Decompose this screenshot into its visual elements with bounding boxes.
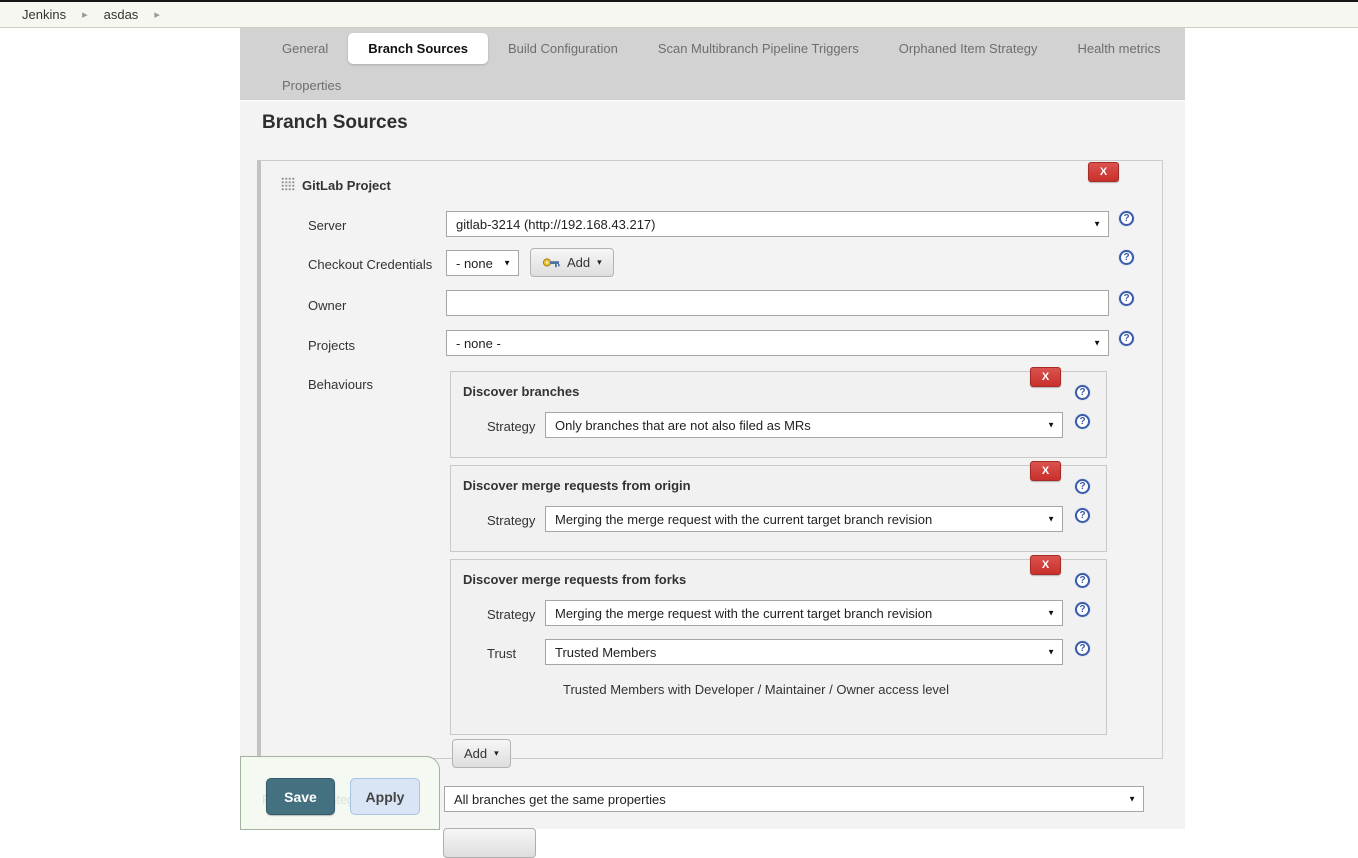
checkout-credentials-select[interactable]: - none - ▼	[446, 250, 519, 276]
trust-label: Trust	[487, 646, 516, 661]
add-property-button[interactable]	[443, 828, 536, 858]
help-icon[interactable]: ?	[1075, 573, 1090, 588]
strategy-label: Strategy	[487, 607, 535, 622]
drag-handle-icon[interactable]	[281, 177, 295, 191]
tab-health-metrics[interactable]: Health metrics	[1057, 33, 1180, 64]
checkout-credentials-label: Checkout Credentials	[308, 257, 432, 272]
chevron-right-icon: ▸	[154, 8, 160, 21]
help-icon[interactable]: ?	[1119, 250, 1134, 265]
help-icon[interactable]: ?	[1119, 331, 1134, 346]
select-caret-icon: ▼	[1047, 515, 1055, 524]
projects-select[interactable]: - none - ▼	[446, 330, 1109, 356]
behaviour-title: Discover branches	[463, 384, 579, 399]
caret-down-icon: ▾	[494, 748, 499, 759]
owner-input[interactable]	[446, 290, 1109, 316]
help-icon[interactable]: ?	[1075, 602, 1090, 617]
help-icon[interactable]: ?	[1075, 414, 1090, 429]
tab-general[interactable]: General	[262, 33, 348, 64]
tab-orphaned-item-strategy[interactable]: Orphaned Item Strategy	[879, 33, 1058, 64]
trust-select-value: Trusted Members	[555, 645, 656, 660]
save-button[interactable]: Save	[266, 778, 335, 815]
behaviour-title: Discover merge requests from forks	[463, 572, 686, 587]
help-icon[interactable]: ?	[1075, 641, 1090, 656]
add-behaviour-button[interactable]: Add ▾	[452, 739, 511, 768]
breadcrumb: Jenkins ▸ asdas ▸	[0, 2, 1358, 28]
apply-button[interactable]: Apply	[350, 778, 420, 815]
branch-sources-section: Branch Sources X GitLab Project Server g…	[240, 100, 1185, 829]
strategy-label: Strategy	[487, 513, 535, 528]
behaviour-panel-discover-mr-forks: X Discover merge requests from forks ? S…	[450, 559, 1107, 735]
add-behaviour-label: Add	[464, 746, 487, 761]
select-caret-icon: ▼	[1093, 339, 1101, 348]
help-icon[interactable]: ?	[1075, 479, 1090, 494]
behaviour-title: Discover merge requests from origin	[463, 478, 691, 493]
trust-note: Trusted Members with Developer / Maintai…	[563, 682, 949, 697]
server-select[interactable]: gitlab-3214 (http://192.168.43.217) ▼	[446, 211, 1109, 237]
help-icon[interactable]: ?	[1075, 385, 1090, 400]
help-icon[interactable]: ?	[1119, 211, 1134, 226]
select-caret-icon: ▼	[1047, 648, 1055, 657]
tab-build-configuration[interactable]: Build Configuration	[488, 33, 638, 64]
breadcrumb-jenkins[interactable]: Jenkins	[22, 7, 66, 22]
strategy-select-value: Only branches that are not also filed as…	[555, 418, 811, 433]
caret-down-icon: ▾	[597, 257, 602, 268]
strategy-select[interactable]: Merging the merge request with the curre…	[545, 506, 1063, 532]
config-tab-bar: General Branch Sources Build Configurati…	[240, 28, 1185, 100]
add-credentials-label: Add	[567, 255, 590, 270]
behaviours-label: Behaviours	[308, 377, 373, 392]
remove-behaviour-button[interactable]: X	[1030, 461, 1061, 481]
trust-select[interactable]: Trusted Members ▼	[545, 639, 1063, 665]
select-caret-icon: ▼	[503, 259, 511, 268]
select-caret-icon: ▼	[1093, 220, 1101, 229]
projects-label: Projects	[308, 338, 355, 353]
bottom-save-sticker: Save Apply	[240, 756, 440, 830]
server-label: Server	[308, 218, 346, 233]
server-select-value: gitlab-3214 (http://192.168.43.217)	[456, 217, 655, 232]
remove-behaviour-button[interactable]: X	[1030, 367, 1061, 387]
add-credentials-button[interactable]: Add ▾	[530, 248, 614, 277]
help-icon[interactable]: ?	[1075, 508, 1090, 523]
behaviour-panel-discover-branches: X Discover branches ? Strategy Only bran…	[450, 371, 1107, 458]
owner-label: Owner	[308, 298, 346, 313]
tab-branch-sources[interactable]: Branch Sources	[348, 33, 488, 64]
checkout-credentials-value: - none -	[456, 256, 496, 271]
strategy-select-value: Merging the merge request with the curre…	[555, 512, 932, 527]
strategy-select[interactable]: Merging the merge request with the curre…	[545, 600, 1063, 626]
strategy-select-value: Merging the merge request with the curre…	[555, 606, 932, 621]
strategy-select[interactable]: Only branches that are not also filed as…	[545, 412, 1063, 438]
select-caret-icon: ▼	[1128, 795, 1136, 804]
projects-select-value: - none -	[456, 336, 501, 351]
select-caret-icon: ▼	[1047, 609, 1055, 618]
property-strategy-select[interactable]: All branches get the same properties ▼	[444, 786, 1144, 812]
config-content: General Branch Sources Build Configurati…	[240, 28, 1185, 829]
remove-behaviour-button[interactable]: X	[1030, 555, 1061, 575]
property-strategy-value: All branches get the same properties	[454, 792, 666, 807]
tab-scan-multibranch-pipeline-triggers[interactable]: Scan Multibranch Pipeline Triggers	[638, 33, 879, 64]
key-icon	[542, 257, 560, 269]
tab-row-2: Properties	[240, 68, 1185, 102]
help-icon[interactable]: ?	[1119, 291, 1134, 306]
remove-source-button[interactable]: X	[1088, 162, 1119, 182]
source-title: GitLab Project	[302, 178, 391, 193]
chevron-right-icon: ▸	[82, 8, 88, 21]
tab-row-1: General Branch Sources Build Configurati…	[240, 31, 1185, 65]
gitlab-project-chunk: X GitLab Project Server gitlab-3214 (htt…	[257, 160, 1163, 759]
strategy-label: Strategy	[487, 419, 535, 434]
page-title: Branch Sources	[262, 112, 408, 134]
select-caret-icon: ▼	[1047, 421, 1055, 430]
behaviour-panel-discover-mr-origin: X Discover merge requests from origin ? …	[450, 465, 1107, 552]
breadcrumb-asdas[interactable]: asdas	[104, 7, 139, 22]
tab-properties[interactable]: Properties	[262, 70, 361, 101]
